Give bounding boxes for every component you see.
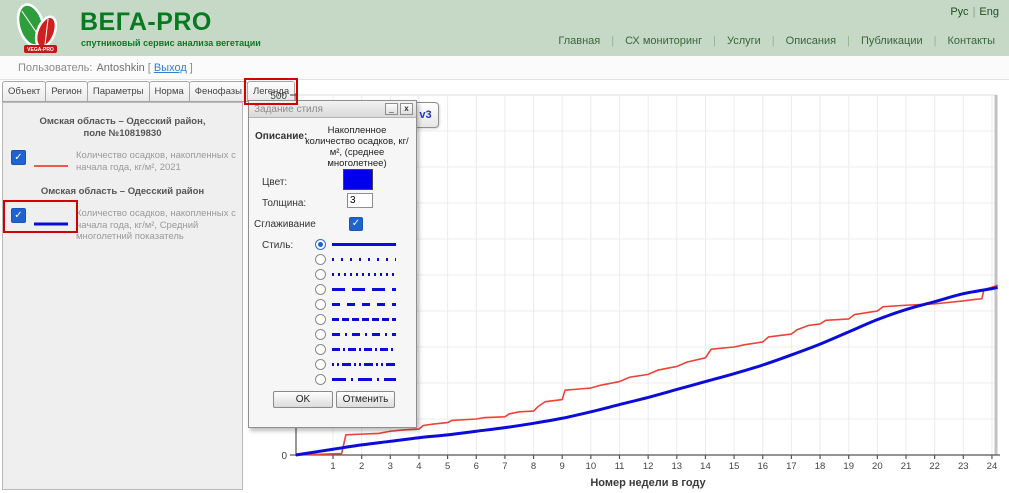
radio[interactable]: [315, 284, 326, 295]
line-style-option-6[interactable]: [315, 312, 397, 327]
description-label: Описание:: [255, 131, 307, 142]
line-style-option-3[interactable]: [315, 267, 397, 282]
nav-item-5[interactable]: Публикации: [861, 35, 923, 47]
x-tick-label: 24: [987, 461, 998, 472]
x-tick-label: 10: [586, 461, 597, 472]
minimize-icon[interactable]: _: [385, 103, 398, 115]
x-tick-label: 5: [445, 461, 450, 472]
line-style-option-4[interactable]: [315, 282, 397, 297]
tab-фенофазы[interactable]: Фенофазы: [189, 81, 248, 102]
style-label: Стиль:: [262, 240, 293, 251]
x-tick-label: 3: [388, 461, 393, 472]
legend-item-label: Количество осадков, накопленных с начала…: [76, 150, 236, 173]
smoothing-checkbox[interactable]: ✓: [349, 217, 363, 231]
ok-button[interactable]: OK: [273, 391, 333, 408]
vega-pro-app: VEGA-PRO ВЕГА-PRO спутниковый сервис ана…: [0, 0, 1009, 493]
tab-объект[interactable]: Объект: [2, 81, 46, 102]
x-tick-label: 15: [729, 461, 740, 472]
line-style-option-10[interactable]: [315, 372, 397, 387]
x-tick-label: 14: [700, 461, 711, 472]
tab-параметры[interactable]: Параметры: [87, 81, 150, 102]
x-tick-label: 4: [416, 461, 421, 472]
nav-item-1[interactable]: Главная: [558, 35, 600, 47]
line-style-option-7[interactable]: [315, 327, 397, 342]
thickness-label: Толщина:: [262, 198, 306, 209]
header: VEGA-PRO ВЕГА-PRO спутниковый сервис ана…: [0, 0, 1009, 56]
close-icon[interactable]: x: [400, 103, 413, 115]
dialog-title: Задание стиля: [254, 104, 323, 115]
lang-rus-link[interactable]: Рус: [950, 6, 968, 18]
nav-item-2[interactable]: СХ мониторинг: [625, 35, 702, 47]
radio[interactable]: [315, 254, 326, 265]
nav-item-4[interactable]: Описания: [786, 35, 836, 47]
x-tick-label: 21: [901, 461, 912, 472]
legend-item: ✓ Количество осадков, накопленных с начал…: [11, 150, 236, 174]
user-label: Пользователь:: [18, 62, 92, 74]
x-tick-label: 12: [643, 461, 654, 472]
x-tick-label: 1: [330, 461, 335, 472]
style-dialog: Задание стиля _ x Описание: Накопленное …: [248, 100, 417, 428]
dialog-title-bar[interactable]: Задание стиля _ x: [249, 101, 416, 118]
user-bar: Пользователь: Antoshkin [ Выход ]: [0, 56, 1009, 80]
style-options-list: [315, 237, 397, 387]
main-nav: Главная|СХ мониторинг|Услуги|Описания|Пу…: [558, 35, 995, 47]
legend-group-title: Омская область – Одесский район: [15, 186, 230, 198]
thickness-input[interactable]: [347, 193, 373, 208]
x-tick-label: 11: [615, 461, 625, 472]
radio[interactable]: [315, 374, 326, 385]
description-value: Накопленное количество осадков, кг/м², (…: [303, 125, 411, 169]
x-tick-label: 19: [843, 461, 854, 472]
line-style-option-2[interactable]: [315, 252, 397, 267]
x-tick-label: 8: [531, 461, 536, 472]
x-tick-label: 20: [872, 461, 883, 472]
x-tick-label: 16: [757, 461, 768, 472]
y-tick-label: 0: [281, 451, 287, 462]
x-tick-label: 22: [929, 461, 940, 472]
language-switcher: Рус|Eng: [950, 6, 999, 18]
line-style-option-9[interactable]: [315, 357, 397, 372]
radio[interactable]: [315, 269, 326, 280]
x-axis-title: Номер недели в году: [590, 477, 706, 489]
legend-line-sample: [34, 156, 68, 174]
legend-item-checkbox[interactable]: ✓: [11, 150, 26, 165]
x-tick-label: 7: [502, 461, 507, 472]
username: Antoshkin: [96, 62, 144, 74]
tab-норма[interactable]: Норма: [149, 81, 190, 102]
logout-link[interactable]: Выход: [154, 62, 187, 74]
line-style-option-1[interactable]: [315, 237, 397, 252]
nav-item-3[interactable]: Услуги: [727, 35, 761, 47]
lang-eng-link[interactable]: Eng: [979, 6, 999, 18]
x-tick-label: 9: [560, 461, 565, 472]
line-style-option-8[interactable]: [315, 342, 397, 357]
nav-item-6[interactable]: Контакты: [947, 35, 995, 47]
x-tick-label: 6: [474, 461, 479, 472]
legend-line-sample: [34, 214, 68, 232]
color-label: Цвет:: [262, 177, 287, 188]
x-tick-label: 13: [672, 461, 683, 472]
cancel-button[interactable]: Отменить: [336, 391, 395, 408]
legend-item-checkbox[interactable]: ✓: [11, 208, 26, 223]
legend-group-title: Омская область – Одесский район,поле №10…: [15, 116, 230, 140]
color-swatch[interactable]: [343, 169, 373, 190]
logo-ribbon-label: VEGA-PRO: [27, 47, 54, 53]
x-tick-label: 18: [815, 461, 826, 472]
smoothing-label: Сглаживание: [254, 219, 316, 230]
x-tick-label: 23: [958, 461, 969, 472]
radio[interactable]: [315, 314, 326, 325]
radio-selected[interactable]: [315, 239, 326, 250]
legend-item: ✓ Количество осадков, накопленных с начал…: [11, 208, 236, 243]
vega-logo: VEGA-PRO: [8, 1, 68, 56]
line-style-option-5[interactable]: [315, 297, 397, 312]
radio[interactable]: [315, 344, 326, 355]
x-tick-label: 17: [786, 461, 797, 472]
legend-item-label: Количество осадков, накопленных с начала…: [76, 208, 236, 243]
legend-panel: Омская область – Одесский район,поле №10…: [2, 102, 243, 490]
app-title: ВЕГА-PRO: [80, 8, 212, 37]
radio[interactable]: [315, 329, 326, 340]
x-tick-label: 2: [359, 461, 364, 472]
radio[interactable]: [315, 299, 326, 310]
tab-регион[interactable]: Регион: [45, 81, 88, 102]
radio[interactable]: [315, 359, 326, 370]
app-subtitle: спутниковый сервис анализа вегетации: [81, 38, 261, 48]
